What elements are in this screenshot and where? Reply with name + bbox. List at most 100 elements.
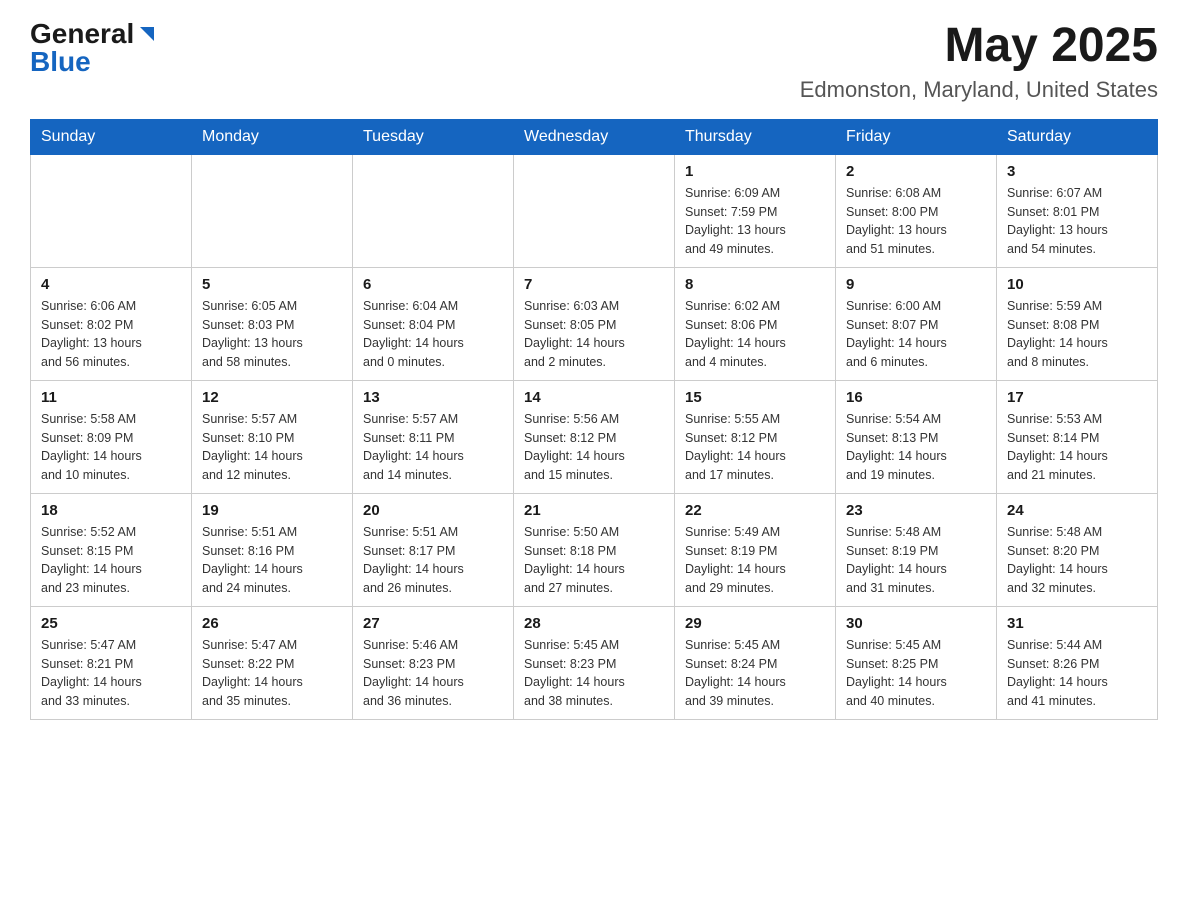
day-number: 11 xyxy=(41,389,181,406)
day-info: Sunrise: 5:44 AM Sunset: 8:26 PM Dayligh… xyxy=(1007,636,1147,711)
day-info: Sunrise: 5:51 AM Sunset: 8:17 PM Dayligh… xyxy=(363,523,503,598)
calendar-cell: 8 Sunrise: 6:02 AM Sunset: 8:06 PM Daylig… xyxy=(675,267,836,380)
calendar-cell: 9 Sunrise: 6:00 AM Sunset: 8:07 PM Daylig… xyxy=(836,267,997,380)
day-number: 28 xyxy=(524,615,664,632)
day-info: Sunrise: 6:04 AM Sunset: 8:04 PM Dayligh… xyxy=(363,297,503,372)
day-number: 31 xyxy=(1007,615,1147,632)
day-number: 23 xyxy=(846,502,986,519)
logo-general-text: General xyxy=(30,20,134,48)
calendar-header-row: SundayMondayTuesdayWednesdayThursdayFrid… xyxy=(31,119,1158,154)
calendar-cell xyxy=(353,154,514,267)
day-number: 21 xyxy=(524,502,664,519)
calendar-cell: 16 Sunrise: 5:54 AM Sunset: 8:13 PM Dayli… xyxy=(836,380,997,493)
calendar-cell: 19 Sunrise: 5:51 AM Sunset: 8:16 PM Dayli… xyxy=(192,493,353,606)
location-title: Edmonston, Maryland, United States xyxy=(800,77,1158,103)
calendar-week-row: 11 Sunrise: 5:58 AM Sunset: 8:09 PM Dayli… xyxy=(31,380,1158,493)
calendar-cell: 20 Sunrise: 5:51 AM Sunset: 8:17 PM Dayli… xyxy=(353,493,514,606)
day-number: 16 xyxy=(846,389,986,406)
calendar-cell: 5Sunrise: 6:05 AM Sunset: 8:03 PM Daylig… xyxy=(192,267,353,380)
day-number: 29 xyxy=(685,615,825,632)
day-info: Sunrise: 5:55 AM Sunset: 8:12 PM Dayligh… xyxy=(685,410,825,485)
calendar-cell: 3 Sunrise: 6:07 AM Sunset: 8:01 PM Daylig… xyxy=(997,154,1158,267)
calendar-cell xyxy=(514,154,675,267)
day-info: Sunrise: 5:48 AM Sunset: 8:19 PM Dayligh… xyxy=(846,523,986,598)
logo: General Blue xyxy=(30,20,158,76)
calendar-cell xyxy=(31,154,192,267)
calendar-cell: 18Sunrise: 5:52 AM Sunset: 8:15 PM Dayli… xyxy=(31,493,192,606)
day-number: 24 xyxy=(1007,502,1147,519)
calendar-cell: 7Sunrise: 6:03 AM Sunset: 8:05 PM Daylig… xyxy=(514,267,675,380)
day-number: 15 xyxy=(685,389,825,406)
day-number: 5 xyxy=(202,276,342,293)
calendar-table: SundayMondayTuesdayWednesdayThursdayFrid… xyxy=(30,119,1158,720)
day-number: 9 xyxy=(846,276,986,293)
day-number: 12 xyxy=(202,389,342,406)
logo-blue-text: Blue xyxy=(30,46,91,77)
day-info: Sunrise: 6:06 AM Sunset: 8:02 PM Dayligh… xyxy=(41,297,181,372)
calendar-cell: 28 Sunrise: 5:45 AM Sunset: 8:23 PM Dayli… xyxy=(514,606,675,719)
calendar-cell: 24Sunrise: 5:48 AM Sunset: 8:20 PM Dayli… xyxy=(997,493,1158,606)
calendar-cell: 23 Sunrise: 5:48 AM Sunset: 8:19 PM Dayli… xyxy=(836,493,997,606)
day-number: 6 xyxy=(363,276,503,293)
day-info: Sunrise: 5:53 AM Sunset: 8:14 PM Dayligh… xyxy=(1007,410,1147,485)
day-number: 27 xyxy=(363,615,503,632)
day-number: 13 xyxy=(363,389,503,406)
calendar-cell: 21 Sunrise: 5:50 AM Sunset: 8:18 PM Dayli… xyxy=(514,493,675,606)
weekday-header-saturday: Saturday xyxy=(997,119,1158,154)
day-number: 8 xyxy=(685,276,825,293)
page-header: General Blue May 2025 Edmonston, Marylan… xyxy=(30,20,1158,103)
weekday-header-friday: Friday xyxy=(836,119,997,154)
day-info: Sunrise: 5:45 AM Sunset: 8:24 PM Dayligh… xyxy=(685,636,825,711)
calendar-cell: 15 Sunrise: 5:55 AM Sunset: 8:12 PM Dayli… xyxy=(675,380,836,493)
calendar-cell: 31 Sunrise: 5:44 AM Sunset: 8:26 PM Dayli… xyxy=(997,606,1158,719)
calendar-week-row: 18Sunrise: 5:52 AM Sunset: 8:15 PM Dayli… xyxy=(31,493,1158,606)
day-info: Sunrise: 6:08 AM Sunset: 8:00 PM Dayligh… xyxy=(846,184,986,259)
day-info: Sunrise: 5:49 AM Sunset: 8:19 PM Dayligh… xyxy=(685,523,825,598)
day-info: Sunrise: 5:50 AM Sunset: 8:18 PM Dayligh… xyxy=(524,523,664,598)
calendar-cell: 17 Sunrise: 5:53 AM Sunset: 8:14 PM Dayli… xyxy=(997,380,1158,493)
day-info: Sunrise: 5:57 AM Sunset: 8:10 PM Dayligh… xyxy=(202,410,342,485)
day-info: Sunrise: 5:47 AM Sunset: 8:21 PM Dayligh… xyxy=(41,636,181,711)
calendar-week-row: 1Sunrise: 6:09 AM Sunset: 7:59 PM Daylig… xyxy=(31,154,1158,267)
calendar-week-row: 25 Sunrise: 5:47 AM Sunset: 8:21 PM Dayli… xyxy=(31,606,1158,719)
day-info: Sunrise: 5:58 AM Sunset: 8:09 PM Dayligh… xyxy=(41,410,181,485)
day-info: Sunrise: 5:59 AM Sunset: 8:08 PM Dayligh… xyxy=(1007,297,1147,372)
day-number: 4 xyxy=(41,276,181,293)
day-info: Sunrise: 6:02 AM Sunset: 8:06 PM Dayligh… xyxy=(685,297,825,372)
calendar-cell: 25 Sunrise: 5:47 AM Sunset: 8:21 PM Dayli… xyxy=(31,606,192,719)
day-number: 14 xyxy=(524,389,664,406)
day-number: 26 xyxy=(202,615,342,632)
day-info: Sunrise: 5:54 AM Sunset: 8:13 PM Dayligh… xyxy=(846,410,986,485)
day-number: 3 xyxy=(1007,163,1147,180)
day-number: 19 xyxy=(202,502,342,519)
calendar-cell xyxy=(192,154,353,267)
day-info: Sunrise: 6:07 AM Sunset: 8:01 PM Dayligh… xyxy=(1007,184,1147,259)
weekday-header-monday: Monday xyxy=(192,119,353,154)
title-area: May 2025 Edmonston, Maryland, United Sta… xyxy=(800,20,1158,103)
day-info: Sunrise: 5:57 AM Sunset: 8:11 PM Dayligh… xyxy=(363,410,503,485)
day-info: Sunrise: 6:09 AM Sunset: 7:59 PM Dayligh… xyxy=(685,184,825,259)
calendar-cell: 22Sunrise: 5:49 AM Sunset: 8:19 PM Dayli… xyxy=(675,493,836,606)
day-info: Sunrise: 5:45 AM Sunset: 8:25 PM Dayligh… xyxy=(846,636,986,711)
calendar-cell: 30 Sunrise: 5:45 AM Sunset: 8:25 PM Dayli… xyxy=(836,606,997,719)
day-number: 25 xyxy=(41,615,181,632)
weekday-header-thursday: Thursday xyxy=(675,119,836,154)
weekday-header-wednesday: Wednesday xyxy=(514,119,675,154)
day-number: 30 xyxy=(846,615,986,632)
day-info: Sunrise: 6:00 AM Sunset: 8:07 PM Dayligh… xyxy=(846,297,986,372)
month-title: May 2025 xyxy=(800,20,1158,73)
day-info: Sunrise: 5:51 AM Sunset: 8:16 PM Dayligh… xyxy=(202,523,342,598)
day-info: Sunrise: 5:45 AM Sunset: 8:23 PM Dayligh… xyxy=(524,636,664,711)
logo-arrow-icon xyxy=(136,23,158,45)
day-number: 17 xyxy=(1007,389,1147,406)
weekday-header-tuesday: Tuesday xyxy=(353,119,514,154)
day-number: 18 xyxy=(41,502,181,519)
calendar-cell: 29 Sunrise: 5:45 AM Sunset: 8:24 PM Dayli… xyxy=(675,606,836,719)
day-info: Sunrise: 5:46 AM Sunset: 8:23 PM Dayligh… xyxy=(363,636,503,711)
calendar-cell: 1Sunrise: 6:09 AM Sunset: 7:59 PM Daylig… xyxy=(675,154,836,267)
day-number: 20 xyxy=(363,502,503,519)
day-number: 7 xyxy=(524,276,664,293)
calendar-cell: 27 Sunrise: 5:46 AM Sunset: 8:23 PM Dayli… xyxy=(353,606,514,719)
day-number: 2 xyxy=(846,163,986,180)
calendar-cell: 13 Sunrise: 5:57 AM Sunset: 8:11 PM Dayli… xyxy=(353,380,514,493)
